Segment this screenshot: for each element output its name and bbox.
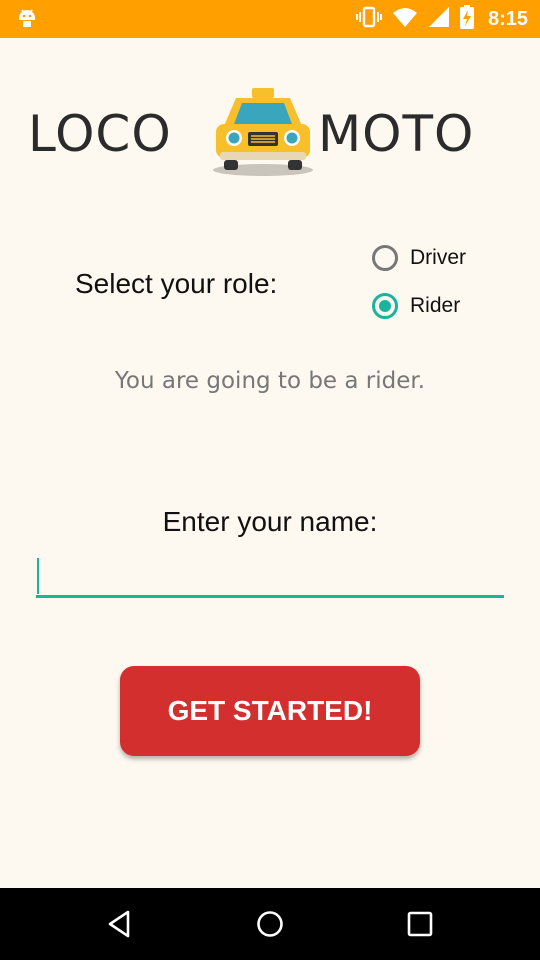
logo-text-left: LOCO xyxy=(28,105,172,163)
get-started-button[interactable]: GET STARTED! xyxy=(120,666,420,756)
signal-icon xyxy=(428,6,450,33)
logo-text-right: MOTO xyxy=(318,105,475,163)
name-input[interactable] xyxy=(36,556,504,598)
status-bar: 8:15 xyxy=(0,0,540,38)
radio-option-driver[interactable]: Driver xyxy=(372,242,466,274)
app-logo: LOCO MOTO xyxy=(28,84,528,180)
status-time: 8:15 xyxy=(487,7,528,30)
back-icon[interactable] xyxy=(84,888,156,960)
radio-option-rider[interactable]: Rider xyxy=(372,290,466,322)
recents-icon[interactable] xyxy=(384,888,456,960)
android-icon xyxy=(16,7,38,36)
radio-label-rider[interactable]: Rider xyxy=(410,294,460,318)
home-icon[interactable] xyxy=(234,888,306,960)
role-message: You are going to be a rider. xyxy=(114,368,426,394)
radio-button-driver[interactable] xyxy=(372,245,398,271)
radio-label-driver[interactable]: Driver xyxy=(410,246,466,270)
taxi-icon xyxy=(210,86,316,183)
role-label: Select your role: xyxy=(75,268,278,299)
role-radio-group: Driver Rider xyxy=(372,242,466,338)
battery-charging-icon xyxy=(459,4,474,34)
name-label: Enter your name: xyxy=(162,506,378,537)
radio-button-rider[interactable] xyxy=(372,293,398,319)
vibrate-icon xyxy=(355,6,382,33)
wifi-icon xyxy=(392,7,418,32)
text-cursor xyxy=(37,558,39,594)
navigation-bar xyxy=(0,888,540,960)
